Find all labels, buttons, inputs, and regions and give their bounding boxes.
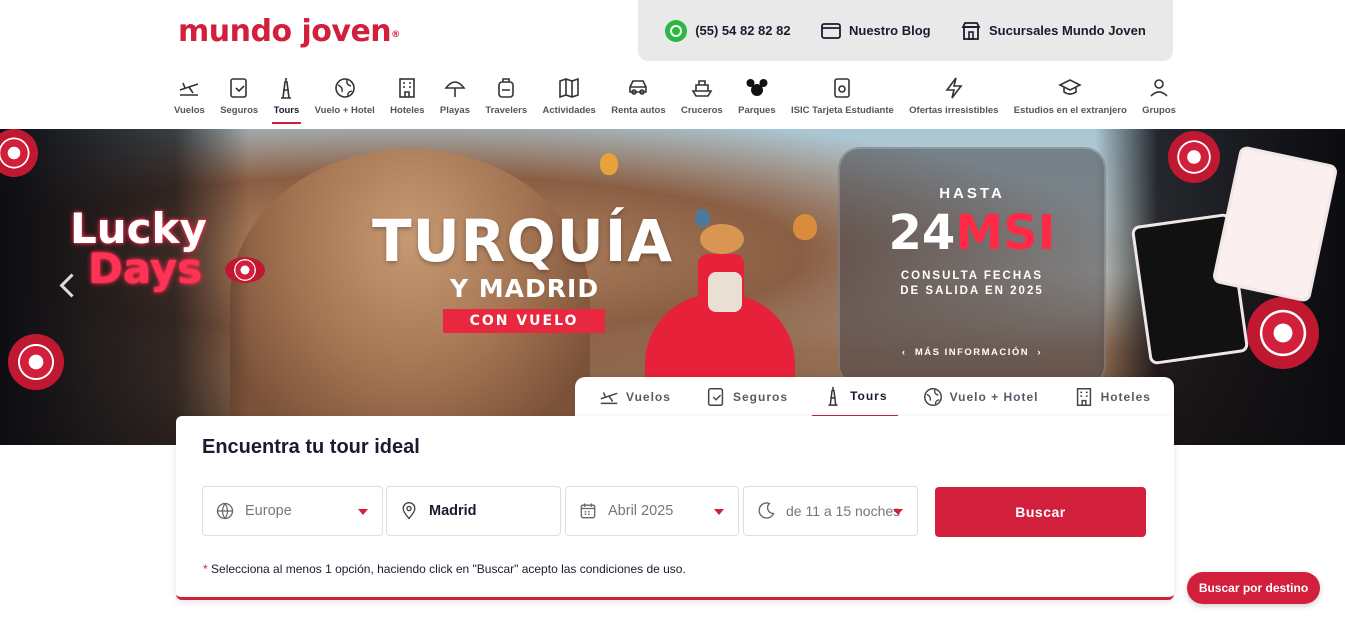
eiffel-tower-icon	[281, 78, 292, 99]
search-button[interactable]: Buscar	[935, 487, 1146, 537]
hero-subtitle: Y MADRID	[450, 274, 600, 303]
nav-item-seguros[interactable]: Seguros	[218, 72, 260, 124]
mouse-ears-icon	[746, 79, 768, 96]
tab-hoteles[interactable]: Hoteles	[1063, 377, 1161, 417]
nav-item-actividades[interactable]: Actividades	[541, 72, 598, 124]
promo-card[interactable]: HASTA 24MSI CONSULTA FECHAS DE SALIDA EN…	[838, 147, 1106, 387]
browser-window-icon	[821, 22, 841, 39]
terms-note: * Selecciona al menos 1 opción, haciendo…	[203, 562, 686, 576]
hotel-icon	[399, 78, 416, 98]
poker-chip-image	[225, 257, 265, 283]
nights-select[interactable]: de 11 a 15 noches	[743, 486, 918, 536]
hero-title: TURQUÍA	[372, 207, 674, 275]
city-value: Madrid	[429, 503, 477, 519]
city-field[interactable]: Madrid	[386, 486, 561, 536]
tour-search-panel: Encuentra tu tour ideal Europe Madrid Ab…	[176, 416, 1174, 600]
top-contact-bar: (55) 54 82 82 82 Nuestro Blog Sucursales…	[638, 0, 1173, 61]
nav-item-isic[interactable]: ISIC Tarjeta Estudiante	[789, 72, 896, 124]
whatsapp-icon	[665, 19, 688, 42]
poker-chip-image	[1168, 131, 1220, 183]
chevron-down-icon	[358, 509, 368, 515]
nav-item-ofertas[interactable]: Ofertas irresistibles	[907, 72, 1000, 124]
nav-item-travelers[interactable]: Travelers	[483, 72, 529, 124]
main-nav: Vuelos Seguros Tours Vuelo + Hotel Hotel…	[172, 72, 1178, 124]
nav-item-vuelos[interactable]: Vuelos	[172, 72, 207, 124]
insurance-icon	[707, 388, 724, 406]
nav-item-renta-autos[interactable]: Renta autos	[609, 72, 667, 124]
phone-link[interactable]: (55) 54 82 82 82	[665, 19, 791, 42]
promo-more-info-link[interactable]: ‹ MÁS INFORMACIÓN ›	[840, 347, 1104, 358]
backpack-icon	[498, 78, 515, 98]
moon-icon	[758, 502, 775, 519]
nav-item-vuelo-hotel[interactable]: Vuelo + Hotel	[313, 72, 377, 124]
registered-mark: ®	[391, 30, 400, 40]
car-icon	[629, 80, 648, 95]
tab-vuelo-hotel[interactable]: Vuelo + Hotel	[912, 377, 1049, 417]
promo-text: CONSULTA FECHAS DE SALIDA EN 2025	[900, 270, 1044, 297]
nav-item-grupos[interactable]: Grupos	[1140, 72, 1178, 124]
month-value: Abril 2025	[608, 503, 674, 519]
insurance-icon	[230, 78, 247, 98]
hot-air-balloon-image	[600, 153, 618, 175]
month-select[interactable]: Abril 2025	[565, 486, 739, 536]
store-icon	[961, 21, 981, 40]
globe-icon	[216, 502, 234, 520]
search-tabs: Vuelos Seguros Tours Vuelo + Hotel Hotel…	[575, 377, 1174, 417]
poker-chip-image	[8, 334, 64, 390]
search-heading: Encuentra tu tour ideal	[202, 436, 420, 458]
nav-item-estudios[interactable]: Estudios en el extranjero	[1012, 72, 1129, 124]
phone-number: (55) 54 82 82 82	[695, 23, 791, 38]
tab-seguros[interactable]: Seguros	[695, 377, 798, 417]
branches-label: Sucursales Mundo Joven	[989, 23, 1146, 38]
nav-item-tours[interactable]: Tours	[271, 72, 302, 124]
carousel-prev-arrow[interactable]	[55, 269, 81, 305]
blog-label: Nuestro Blog	[848, 23, 931, 38]
plane-icon	[600, 392, 618, 405]
eiffel-tower-icon	[828, 386, 838, 406]
nav-item-parques[interactable]: Parques	[736, 72, 778, 124]
plane-icon	[180, 82, 199, 96]
blog-link[interactable]: Nuestro Blog	[821, 22, 931, 40]
group-icon	[1150, 79, 1168, 97]
tab-tours[interactable]: Tours	[812, 377, 898, 417]
calendar-icon	[580, 503, 596, 519]
nav-item-playas[interactable]: Playas	[438, 72, 472, 124]
globe-icon	[923, 388, 942, 406]
search-by-destination-button[interactable]: Buscar por destino	[1187, 572, 1320, 604]
location-pin-icon	[402, 502, 416, 520]
globe-icon	[334, 78, 355, 98]
hero-badge: CON VUELO	[443, 309, 605, 333]
promo-msi: 24MSI	[888, 205, 1056, 261]
branches-link[interactable]: Sucursales Mundo Joven	[961, 21, 1146, 41]
tab-vuelos[interactable]: Vuelos	[588, 377, 681, 417]
umbrella-icon	[444, 81, 466, 97]
region-value: Europe	[245, 503, 292, 519]
chevron-down-icon	[714, 509, 724, 515]
map-icon	[559, 77, 579, 99]
promo-top-text: HASTA	[939, 185, 1005, 202]
chevron-down-icon	[893, 509, 903, 515]
hotel-icon	[1076, 388, 1091, 406]
poker-chip-image	[1247, 297, 1319, 369]
logo-text: mundo joven	[178, 14, 392, 49]
ship-icon	[691, 80, 713, 97]
traveler-woman-image	[640, 224, 800, 379]
brand-logo[interactable]: mundo joven®	[178, 14, 400, 49]
nav-item-cruceros[interactable]: Cruceros	[679, 72, 725, 124]
student-card-icon	[834, 78, 851, 98]
nights-value: de 11 a 15 noches	[786, 503, 901, 519]
region-select[interactable]: Europe	[202, 486, 383, 536]
lightning-icon	[945, 77, 963, 99]
graduation-cap-icon	[1058, 79, 1083, 95]
nav-item-hoteles[interactable]: Hoteles	[388, 72, 426, 124]
lucky-days-logo: Lucky Days	[70, 204, 207, 293]
